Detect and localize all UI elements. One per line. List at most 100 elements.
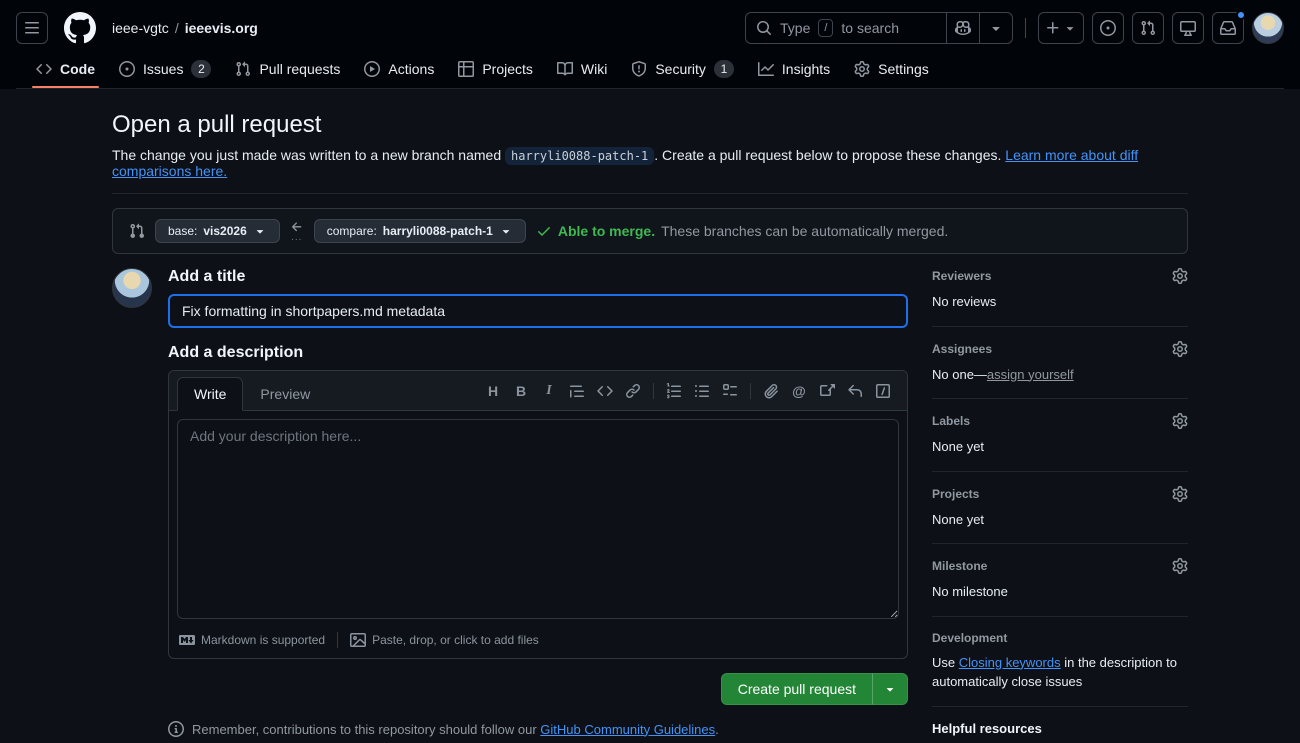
security-count-badge: 1: [714, 60, 734, 78]
contribution-note: Remember, contributions to this reposito…: [168, 721, 908, 737]
milestone-heading: Milestone: [932, 559, 987, 573]
saved-replies-button[interactable]: [841, 377, 869, 405]
ordered-list-button[interactable]: [660, 377, 688, 405]
issues-count-badge: 2: [191, 60, 211, 78]
github-mark-icon[interactable]: [64, 12, 96, 44]
description-panel-footer: Markdown is supported Paste, drop, or cl…: [169, 630, 907, 658]
tab-issues[interactable]: Issues 2: [111, 50, 219, 88]
copilot-menu-caret[interactable]: [979, 13, 1012, 43]
base-branch-selector[interactable]: base: vis2026: [155, 219, 280, 243]
development-text: Use: [932, 655, 959, 670]
projects-value: None yet: [932, 510, 1188, 530]
attach-file-button[interactable]: [757, 377, 785, 405]
mention-button[interactable]: @: [785, 377, 813, 405]
create-pull-request-options-caret[interactable]: [872, 673, 908, 705]
toolbar-divider: [653, 383, 654, 399]
assignees-gear-button[interactable]: [1172, 341, 1188, 357]
graph-icon: [758, 61, 774, 77]
create-pull-request-button[interactable]: Create pull request: [721, 673, 872, 705]
title-label: Add a title: [168, 268, 908, 286]
assign-yourself-link[interactable]: assign yourself: [987, 367, 1074, 382]
device-desktop-button[interactable]: [1172, 12, 1204, 44]
page-title: Open a pull request: [112, 111, 1188, 139]
development-heading: Development: [932, 631, 1007, 645]
code-button[interactable]: [591, 377, 619, 405]
labels-gear-button[interactable]: [1172, 413, 1188, 429]
copilot-button[interactable]: [946, 13, 979, 43]
tab-pull-requests[interactable]: Pull requests: [227, 51, 348, 87]
tab-insights[interactable]: Insights: [750, 51, 838, 87]
tab-code[interactable]: Code: [28, 51, 103, 87]
compare-branch-selector[interactable]: compare: harryli0088-patch-1: [314, 219, 526, 243]
global-search[interactable]: Type / to search: [745, 12, 1013, 44]
quote-button[interactable]: [563, 377, 591, 405]
caret-down-icon: [988, 20, 1004, 36]
attach-files-button[interactable]: Paste, drop, or click to add files: [350, 632, 539, 648]
italic-button[interactable]: I: [535, 377, 563, 405]
tab-actions[interactable]: Actions: [356, 51, 442, 87]
note-text: Remember, contributions to this reposito…: [192, 722, 537, 737]
search-input[interactable]: Type / to search: [746, 13, 946, 43]
gear-icon: [1172, 341, 1188, 357]
code-icon: [36, 61, 52, 77]
development-section: Development Use Closing keywords in the …: [932, 631, 1188, 707]
assignees-section: Assignees No one—assign yourself: [932, 341, 1188, 400]
community-guidelines-link[interactable]: GitHub Community Guidelines: [540, 722, 715, 737]
hamburger-menu-button[interactable]: [16, 12, 48, 44]
markdown-supported-link[interactable]: Markdown is supported: [179, 632, 325, 648]
pr-sidebar: Reviewers No reviews Assignees No one—as…: [932, 268, 1188, 743]
merge-status-rest: These branches can be automatically merg…: [661, 223, 948, 239]
reviewers-gear-button[interactable]: [1172, 268, 1188, 284]
breadcrumb-owner-link[interactable]: ieee-vgtc: [112, 20, 169, 36]
info-icon: [168, 721, 184, 737]
tab-projects[interactable]: Projects: [450, 51, 541, 87]
projects-heading: Projects: [932, 487, 979, 501]
link-button[interactable]: [619, 377, 647, 405]
create-new-button[interactable]: [1038, 12, 1084, 44]
tasklist-icon: [722, 383, 738, 399]
tab-label: Security: [655, 61, 706, 77]
labels-value: None yet: [932, 437, 1188, 457]
paperclip-icon: [763, 383, 779, 399]
tasklist-button[interactable]: [716, 377, 744, 405]
unread-notification-dot: [1236, 10, 1246, 20]
device-desktop-icon: [1180, 20, 1196, 36]
pull-requests-header-button[interactable]: [1132, 12, 1164, 44]
tab-label: Issues: [143, 61, 183, 77]
issue-opened-icon: [1100, 20, 1116, 36]
tab-security[interactable]: Security 1: [623, 50, 742, 88]
projects-gear-button[interactable]: [1172, 486, 1188, 502]
slash-commands-button[interactable]: [869, 377, 897, 405]
bold-button[interactable]: B: [507, 377, 535, 405]
notifications-inbox-button[interactable]: [1212, 12, 1244, 44]
base-branch-name: vis2026: [203, 224, 246, 238]
branch-name-chip: harryli0088-patch-1: [505, 147, 654, 165]
git-pull-request-icon: [1140, 20, 1156, 36]
closing-keywords-link[interactable]: Closing keywords: [959, 655, 1061, 670]
issues-header-button[interactable]: [1092, 12, 1124, 44]
tab-settings[interactable]: Settings: [846, 51, 937, 87]
pr-title-input[interactable]: [168, 294, 908, 328]
pr-description-textarea[interactable]: [177, 419, 899, 619]
inbox-icon: [1220, 20, 1236, 36]
gear-icon: [1172, 413, 1188, 429]
tab-preview[interactable]: Preview: [243, 377, 327, 411]
breadcrumb-separator: /: [175, 20, 179, 36]
tab-wiki[interactable]: Wiki: [549, 51, 615, 87]
assignees-heading: Assignees: [932, 342, 992, 356]
tab-label: Code: [60, 61, 95, 77]
description-tabnav: Write Preview H B I: [169, 371, 907, 411]
tab-write[interactable]: Write: [177, 377, 243, 411]
heading-button[interactable]: H: [479, 377, 507, 405]
shield-icon: [631, 61, 647, 77]
tab-label: Settings: [878, 61, 929, 77]
milestone-gear-button[interactable]: [1172, 558, 1188, 574]
user-avatar[interactable]: [1252, 12, 1284, 44]
cross-reference-button[interactable]: [813, 377, 841, 405]
breadcrumb-repo-link[interactable]: ieeevis.org: [185, 20, 258, 36]
author-avatar: [112, 268, 152, 308]
compare-direction: ...: [290, 220, 304, 242]
markdown-note-text: Markdown is supported: [201, 633, 325, 647]
repo-nav: Code Issues 2 Pull requests Actions Proj…: [16, 50, 1284, 89]
unordered-list-button[interactable]: [688, 377, 716, 405]
